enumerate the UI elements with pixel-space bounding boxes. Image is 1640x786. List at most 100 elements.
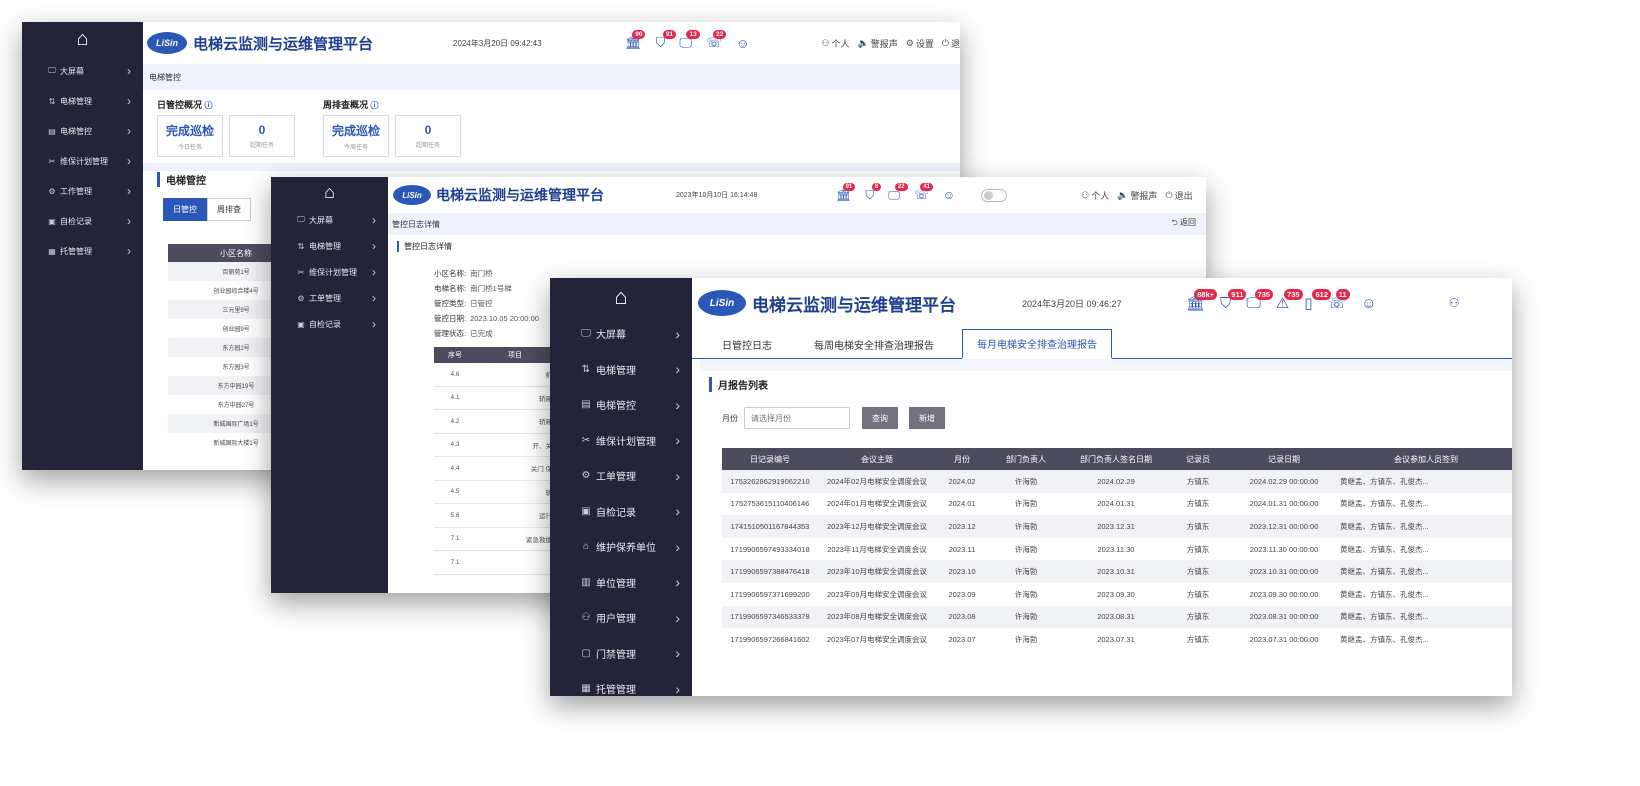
table-cell: 2023.11 [948,544,976,554]
sidebar-item-1[interactable]: ⇅ 电梯管理 › [271,233,388,259]
sidebar-item-6[interactable]: ⌂ 维护保养单位 › [550,529,692,565]
elevator-icon[interactable]: 🏛 91 [836,183,856,203]
user-icon[interactable]: ⚇ [1449,296,1460,310]
breadcrumb-text: 管控日志详情 [392,219,440,229]
table-row[interactable]: 1753262862919062210 2024年02月电梯安全调度会议 2024.… [722,470,1512,493]
chevron-right-icon: › [127,154,131,168]
avatar-icon[interactable]: ☺ [736,35,749,51]
table-row[interactable]: 4.2 轿厢 [434,410,554,434]
table-row[interactable]: 1719906597371699200 2023年09月电梯安全调度会议 2023.… [722,582,1512,606]
top-link-label: 退 [950,38,960,49]
monitor-icon[interactable]: 🖵 735 [1246,288,1274,312]
add-button[interactable]: 新增 [909,407,945,429]
sidebar-item-0[interactable]: 🖵 大屏幕 › [22,56,143,86]
sidebar-item-10[interactable]: ▦ 托管管理 › [550,671,692,696]
top-link-1[interactable]: 🔈 警报声 [858,37,898,50]
theme-toggle[interactable] [981,188,1008,202]
shield-icon[interactable]: ⛉ 91 [656,30,676,51]
current-time: 2024年3月20日 09:46:27 [1022,298,1122,309]
row-item: 紧急救援 [526,536,552,544]
sidebar-item-5[interactable]: ▣ 自检记录 › [22,206,143,236]
elevator-icon[interactable]: 🏛 88k+ [1186,288,1218,312]
shield-icon[interactable]: ⛉ 8 [865,183,882,203]
sidebar-item-label: 门禁管理 [596,649,636,661]
avatar-icon[interactable]: ☺ [1361,294,1376,312]
top-link-1[interactable]: 🔈 警报声 [1117,189,1157,202]
column-header: 部门负责人 [1006,454,1046,464]
top-link-2[interactable]: ⚙ 设置 [906,37,934,50]
sidebar-item-5[interactable]: ▣ 自检记录 › [550,494,692,530]
sidebar-item-4[interactable]: ⚙ 工作管理 › [22,176,143,206]
call-icon[interactable]: ☏ 41 [914,183,934,203]
query-button[interactable]: 查询 [862,407,898,429]
top-link-2[interactable]: ⏻ 退出 [1165,189,1192,202]
table-cell: 2024.01 [948,499,976,509]
sidebar-item-4[interactable]: ▣ 自检记录 › [271,311,388,337]
top-link-0[interactable]: ⚇ 个人 [821,37,849,50]
notification-badge: 91 [662,30,676,40]
monitor-icon[interactable]: 🖵 13 [679,30,700,51]
help-icon[interactable]: ⓘ [371,101,379,110]
warning-icon[interactable]: ⚠ 735 [1276,288,1303,312]
tab-0[interactable]: 日管控 [163,198,207,221]
table-row[interactable]: 1719906597346533378 2023年08月电梯安全调度会议 2023.… [722,605,1512,629]
column-header: 会议主题 [861,454,893,464]
sidebar-item-2[interactable]: ▤ 电梯管控 › [550,387,692,423]
row-item: 轿厢 [539,395,552,403]
table-row[interactable]: 7.1 [434,551,554,575]
home-icon[interactable]: ⌂ [22,22,143,56]
sidebar-item-7[interactable]: ▥ 单位管理 › [550,565,692,601]
sidebar-item-2[interactable]: ▤ 电梯管控 › [22,116,143,146]
monitor-icon[interactable]: 🖵 22 [888,183,908,203]
sidebar-item-2[interactable]: ✂ 维保计划管理 › [271,259,388,285]
sidebar-item-0[interactable]: 🖵 大屏幕 › [271,207,388,233]
home-icon[interactable]: ⌂ [271,177,388,207]
current-time: 2024年3月20日 09:42:43 [453,38,542,48]
phone-icon[interactable]: ▯ 612 [1304,288,1331,312]
help-icon[interactable]: ⓘ [205,101,213,110]
table-row[interactable]: 5.6 运行 [434,504,554,528]
detail-field: 管控日期: 2023.10.05 20:00:00 [434,311,539,326]
home-icon[interactable]: ⌂ [550,278,692,316]
table-row[interactable]: 7.1 紧急救援 [434,528,554,551]
tab-2[interactable]: 每月电梯安全排查治理报告 [962,329,1112,359]
sidebar-item-1[interactable]: ⇅ 电梯管理 › [22,86,143,116]
sidebar-item-3[interactable]: ✂ 维保计划管理 › [22,146,143,176]
sidebar-item-4[interactable]: ⚙ 工单管理 › [550,458,692,494]
table-row[interactable]: 4.4 关门 保 [434,457,554,481]
table-row[interactable]: 1719906597266841602 2023年07月电梯安全调度会议 2023.… [722,628,1512,651]
sidebar-item-0[interactable]: 🖵 大屏幕 › [550,316,692,352]
sidebar-item-1[interactable]: ⇅ 电梯管理 › [550,352,692,388]
tab-1[interactable]: 每周电梯安全排查治理报告 [800,331,948,358]
avatar-icon[interactable]: ☺ [943,188,955,203]
top-link-3[interactable]: ⏻ 退 [942,37,960,50]
sidebar-item-9[interactable]: ▢ 门禁管理 › [550,636,692,672]
back-button[interactable]: ⮌ 返回 [1171,217,1196,231]
sidebar-item-6[interactable]: ▦ 托管管理 › [22,236,143,266]
tab-0[interactable]: 日管控日志 [708,331,786,358]
shield-icon[interactable]: ⛉ 911 [1220,288,1247,312]
sidebar-item-8[interactable]: ⚇ 用户管理 › [550,600,692,636]
table-row[interactable]: 4.5 轿 [434,481,554,504]
table-row[interactable]: 1719906597493334018 2023年11月电梯安全调度会议 2023.… [722,537,1512,561]
tab-1[interactable]: 周排查 [207,198,251,221]
table-row[interactable]: 4.1 轿厢 [434,387,554,410]
power-icon: ⏻ [941,37,949,48]
sidebar-item-3[interactable]: ⚙ 工单管理 › [271,285,388,311]
table-row[interactable]: 4.3 开、关 [434,434,554,457]
sidebar: ⌂ 🖵 大屏幕 › ⇅ 电梯管理 › ▤ 电梯管控 › ✂ 维保计划管理 › ⚙ 工作管理 › ▣ 自检记录 › ▦… [22,22,143,470]
sidebar-item-3[interactable]: ✂ 维保计划管理 › [550,423,692,459]
sidebar-item-label: 电梯管控 [596,401,636,413]
table-row[interactable]: 1719906597388476418 2023年10月电梯安全调度会议 2023.… [722,560,1512,583]
month-input[interactable] [744,407,850,429]
table-cell: 1719906597388476418 [730,567,810,577]
notification-badge: 22 [713,30,727,40]
elevator-icon[interactable]: 🏛 90 [625,30,646,51]
call-icon[interactable]: ☏ 22 [706,30,727,51]
notification-badge: 41 [920,183,934,192]
call-icon[interactable]: ☏ 11 [1328,288,1350,312]
table-row[interactable]: 1741510501167844353 2023年12月电梯安全调度会议 2023.… [722,515,1512,538]
top-link-0[interactable]: ⚇ 个人 [1081,189,1109,202]
table-row[interactable]: 1752753615110406146 2024年01月电梯安全调度会议 2024.… [722,492,1512,516]
table-row[interactable]: 4.6 机 [434,363,554,387]
